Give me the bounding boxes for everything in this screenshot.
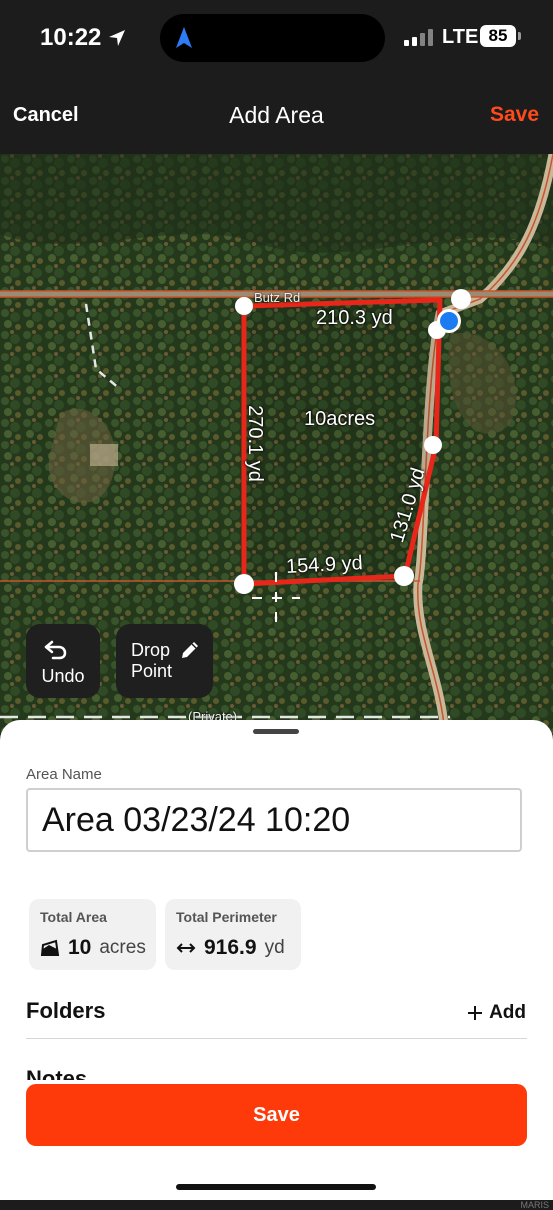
edge-bottom-label: 154.9 yd [285, 552, 364, 578]
edge-left-label: 270.1 yd [243, 405, 266, 482]
sheet-handle[interactable] [253, 729, 299, 734]
undo-button[interactable]: Undo [26, 624, 100, 698]
total-perimeter-value: 916.9 [204, 936, 257, 959]
navigation-arrow-icon [176, 27, 192, 48]
undo-icon [44, 640, 67, 660]
area-name-label: Area Name [26, 766, 102, 783]
edge-top-label: 210.3 yd [316, 307, 393, 329]
bottom-sheet: Area Name Total Area 10 acres Total Peri… [0, 720, 553, 1210]
save-button[interactable]: Save [26, 1084, 527, 1146]
total-area-value: 10 [68, 936, 92, 959]
area-name-input[interactable] [26, 788, 522, 852]
total-perimeter-label: Total Perimeter [176, 909, 277, 925]
location-arrow-icon [109, 30, 126, 46]
pencil-icon [182, 642, 198, 658]
save-top-button[interactable]: Save [490, 103, 539, 127]
total-area-label: Total Area [40, 909, 107, 925]
clock-text: 10:22 [40, 24, 102, 51]
drop-point-label: Drop Point [131, 640, 173, 681]
folders-heading: Folders [26, 998, 106, 1023]
total-area-unit: acres [99, 937, 146, 958]
home-indicator [176, 1184, 376, 1190]
undo-label: Undo [41, 666, 85, 686]
total-area-card: Total Area 10 acres [29, 899, 156, 970]
page-title: Add Area [229, 102, 324, 128]
arrows-horizontal-icon [176, 943, 196, 953]
dynamic-island [160, 14, 385, 62]
total-perimeter-unit: yd [264, 937, 285, 958]
battery-indicator: 85 [480, 25, 521, 47]
status-bar: 10:22 LTE 85 [0, 0, 553, 78]
map-view[interactable]: Butz Rd (Private) 210.3 yd 270.1 yd 10ac… [0, 154, 553, 734]
area-icon [40, 939, 60, 956]
drop-point-button[interactable]: Drop Point [116, 624, 213, 698]
signal-icon [404, 28, 433, 46]
notes-heading: Notes [26, 1066, 88, 1080]
watermark: MARIS [520, 1200, 549, 1210]
total-perimeter-card: Total Perimeter 916.9 yd [165, 899, 301, 970]
clock: 10:22 [40, 24, 127, 52]
road-label: Butz Rd [254, 290, 301, 305]
plus-icon [468, 1006, 483, 1020]
divider [26, 1038, 527, 1039]
area-label: 10acres [304, 408, 376, 430]
add-folder-button[interactable]: Add [467, 1002, 526, 1024]
nav-bar: Cancel Add Area Save [0, 78, 553, 154]
add-folder-label: Add [489, 1002, 526, 1023]
network-label: LTE [442, 26, 479, 48]
